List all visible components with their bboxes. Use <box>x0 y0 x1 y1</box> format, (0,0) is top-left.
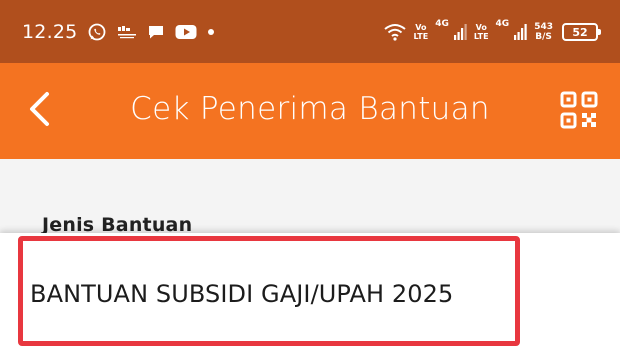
speed-unit: B/S <box>535 32 552 42</box>
wifi-icon <box>384 23 407 41</box>
status-left: 12.25 <box>22 19 215 45</box>
youtube-icon <box>175 24 197 40</box>
battery-level: 52 <box>572 25 588 39</box>
volte-indicator-1: Vo LTE <box>413 23 428 41</box>
dot-icon <box>207 28 215 36</box>
battery-icon: 52 <box>562 23 601 41</box>
volte-1-bottom: LTE <box>413 32 429 41</box>
volte-2-bottom: LTE <box>473 32 489 41</box>
chat-icon <box>147 23 165 41</box>
network-type-2: 4G <box>495 19 510 29</box>
signal-icon-1 <box>453 23 467 41</box>
qr-scan-button[interactable] <box>560 91 598 129</box>
status-bar: 12.25 Vo LTE 4G Vo LTE 4G 543 B/S 52 <box>0 0 620 63</box>
status-right: Vo LTE 4G Vo LTE 4G 543 B/S 52 <box>384 15 601 49</box>
qr-code-icon <box>560 91 598 129</box>
app-icon <box>117 24 137 40</box>
page-title: Cek Penerima Bantuan <box>130 91 490 127</box>
dropdown-option-bsu-2025[interactable]: BANTUAN SUBSIDI GAJI/UPAH 2025 <box>30 280 453 308</box>
speed-value: 543 <box>534 22 553 32</box>
volte-2-top: Vo <box>475 23 487 32</box>
signal-icon-2 <box>513 23 527 41</box>
app-bar: Cek Penerima Bantuan <box>0 63 620 159</box>
volte-indicator-2: Vo LTE <box>474 23 489 41</box>
network-type-1: 4G <box>435 19 449 29</box>
volte-1-top: Vo <box>415 23 427 32</box>
clock: 12.25 <box>22 21 78 43</box>
network-speed: 543 B/S <box>534 22 553 42</box>
whatsapp-icon <box>87 22 107 42</box>
